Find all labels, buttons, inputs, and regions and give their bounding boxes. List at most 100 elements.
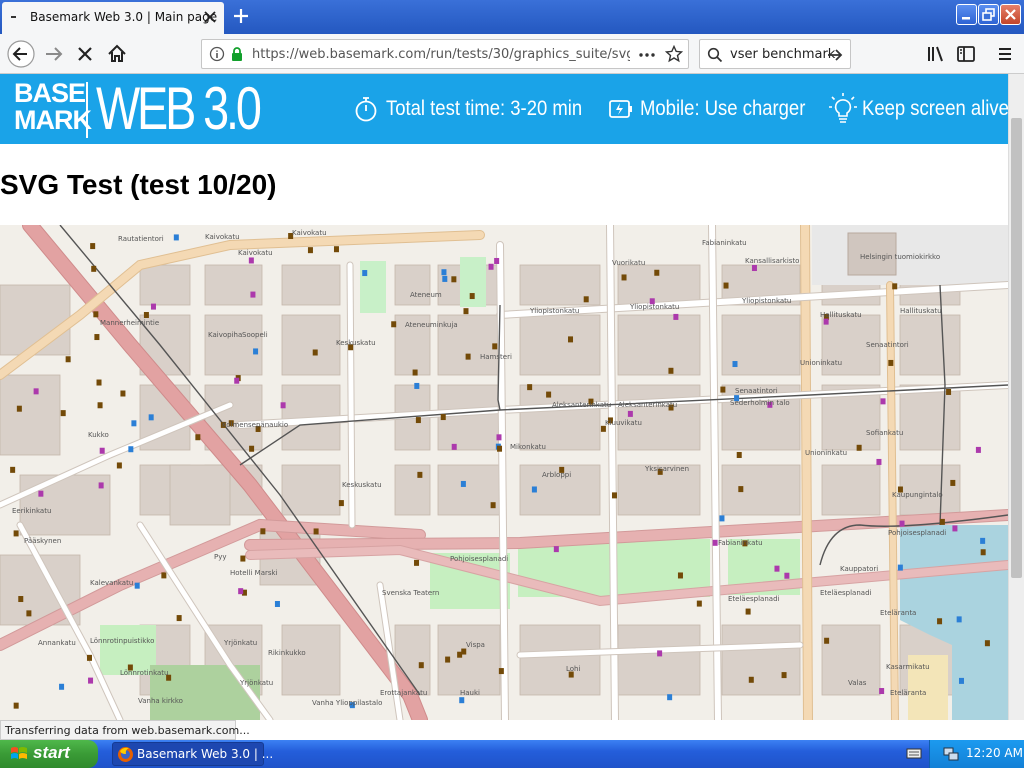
poi-marker-icon[interactable] [96, 379, 102, 386]
poi-marker-icon[interactable] [60, 410, 66, 417]
poi-marker-icon[interactable] [312, 349, 318, 356]
poi-marker-icon[interactable] [414, 382, 420, 389]
poi-marker-icon[interactable] [253, 348, 259, 355]
poi-marker-icon[interactable] [338, 500, 344, 507]
poi-marker-icon[interactable] [496, 434, 502, 441]
poi-marker-icon[interactable] [442, 275, 448, 282]
poi-marker-icon[interactable] [720, 386, 726, 393]
poi-marker-icon[interactable] [568, 336, 574, 343]
poi-marker-icon[interactable] [527, 384, 533, 391]
poi-marker-icon[interactable] [250, 291, 256, 298]
poi-marker-icon[interactable] [98, 482, 104, 489]
poi-marker-icon[interactable] [657, 650, 663, 657]
poi-marker-icon[interactable] [120, 390, 126, 397]
poi-marker-icon[interactable] [248, 257, 254, 264]
poi-marker-icon[interactable] [667, 694, 673, 701]
close-window-button[interactable] [1000, 4, 1021, 25]
poi-marker-icon[interactable] [161, 572, 167, 579]
poi-marker-icon[interactable] [774, 565, 780, 572]
poi-marker-icon[interactable] [937, 618, 943, 625]
poi-marker-icon[interactable] [980, 549, 986, 556]
poi-marker-icon[interactable] [362, 270, 368, 277]
poi-marker-icon[interactable] [10, 466, 16, 473]
poi-marker-icon[interactable] [980, 537, 986, 544]
search-input[interactable]: vser benchmark [730, 47, 835, 62]
poi-marker-icon[interactable] [240, 555, 246, 562]
poi-marker-icon[interactable] [719, 515, 725, 522]
poi-marker-icon[interactable] [307, 247, 313, 254]
sidebar-icon[interactable] [952, 40, 980, 68]
poi-marker-icon[interactable] [440, 414, 446, 421]
poi-marker-icon[interactable] [128, 446, 134, 453]
poi-marker-icon[interactable] [611, 492, 617, 499]
poi-marker-icon[interactable] [18, 596, 24, 603]
poi-marker-icon[interactable] [38, 490, 44, 497]
poi-marker-icon[interactable] [93, 311, 99, 318]
poi-marker-icon[interactable] [33, 388, 39, 395]
poi-marker-icon[interactable] [673, 313, 679, 320]
poi-marker-icon[interactable] [116, 462, 122, 469]
poi-marker-icon[interactable] [195, 434, 201, 441]
start-button[interactable]: start [0, 740, 98, 768]
info-icon[interactable] [209, 46, 225, 62]
poi-marker-icon[interactable] [975, 446, 981, 453]
poi-marker-icon[interactable] [856, 444, 862, 451]
poi-marker-icon[interactable] [16, 405, 22, 412]
poi-marker-icon[interactable] [173, 234, 179, 241]
poi-marker-icon[interactable] [418, 662, 424, 669]
poi-marker-icon[interactable] [451, 276, 457, 283]
minimize-button[interactable] [956, 4, 977, 25]
poi-marker-icon[interactable] [897, 564, 903, 571]
poi-marker-icon[interactable] [90, 243, 96, 250]
poi-marker-icon[interactable] [553, 546, 559, 553]
poi-marker-icon[interactable] [888, 359, 894, 366]
poi-marker-icon[interactable] [176, 615, 182, 622]
restore-button[interactable] [978, 4, 999, 25]
poi-marker-icon[interactable] [627, 410, 633, 417]
stop-icon[interactable] [71, 40, 99, 68]
poi-marker-icon[interactable] [238, 588, 244, 595]
poi-marker-icon[interactable] [460, 480, 466, 487]
poi-marker-icon[interactable] [459, 697, 465, 704]
poi-marker-icon[interactable] [531, 486, 537, 493]
poi-marker-icon[interactable] [892, 283, 898, 290]
poi-marker-icon[interactable] [88, 677, 94, 684]
browser-tab[interactable]: Basemark Web 3.0 | Main page [2, 2, 224, 34]
new-tab-icon[interactable] [230, 5, 252, 27]
scrollbar-thumb[interactable] [1011, 118, 1022, 578]
poi-marker-icon[interactable] [956, 616, 962, 623]
poi-marker-icon[interactable] [445, 656, 451, 663]
poi-marker-icon[interactable] [621, 274, 627, 281]
poi-marker-icon[interactable] [723, 282, 729, 289]
poi-marker-icon[interactable] [99, 447, 105, 454]
poi-marker-icon[interactable] [313, 528, 319, 535]
poi-marker-icon[interactable] [333, 246, 339, 253]
poi-marker-icon[interactable] [546, 391, 552, 398]
poi-marker-icon[interactable] [131, 420, 137, 427]
poi-marker-icon[interactable] [469, 293, 475, 300]
poi-marker-icon[interactable] [143, 312, 149, 318]
poi-marker-icon[interactable] [939, 518, 945, 525]
poi-marker-icon[interactable] [490, 502, 496, 509]
poi-marker-icon[interactable] [677, 572, 683, 579]
poi-marker-icon[interactable] [498, 668, 504, 675]
poi-marker-icon[interactable] [880, 398, 886, 405]
poi-marker-icon[interactable] [879, 688, 885, 695]
poi-marker-icon[interactable] [876, 458, 882, 465]
poi-marker-icon[interactable] [738, 486, 744, 493]
search-bar[interactable]: vser benchmark [699, 39, 851, 69]
poi-marker-icon[interactable] [488, 263, 494, 270]
poi-marker-icon[interactable] [391, 321, 397, 328]
poi-marker-icon[interactable] [492, 343, 498, 350]
poi-marker-icon[interactable] [91, 265, 97, 272]
poi-marker-icon[interactable] [781, 672, 787, 679]
poi-marker-icon[interactable] [712, 539, 718, 546]
poi-marker-icon[interactable] [958, 677, 964, 684]
poi-marker-icon[interactable] [94, 334, 100, 341]
poi-marker-icon[interactable] [412, 369, 418, 376]
poi-marker-icon[interactable] [824, 637, 830, 644]
poi-marker-icon[interactable] [745, 608, 751, 615]
search-go-icon[interactable] [826, 46, 844, 64]
poi-marker-icon[interactable] [451, 443, 457, 450]
poi-marker-icon[interactable] [249, 445, 255, 452]
